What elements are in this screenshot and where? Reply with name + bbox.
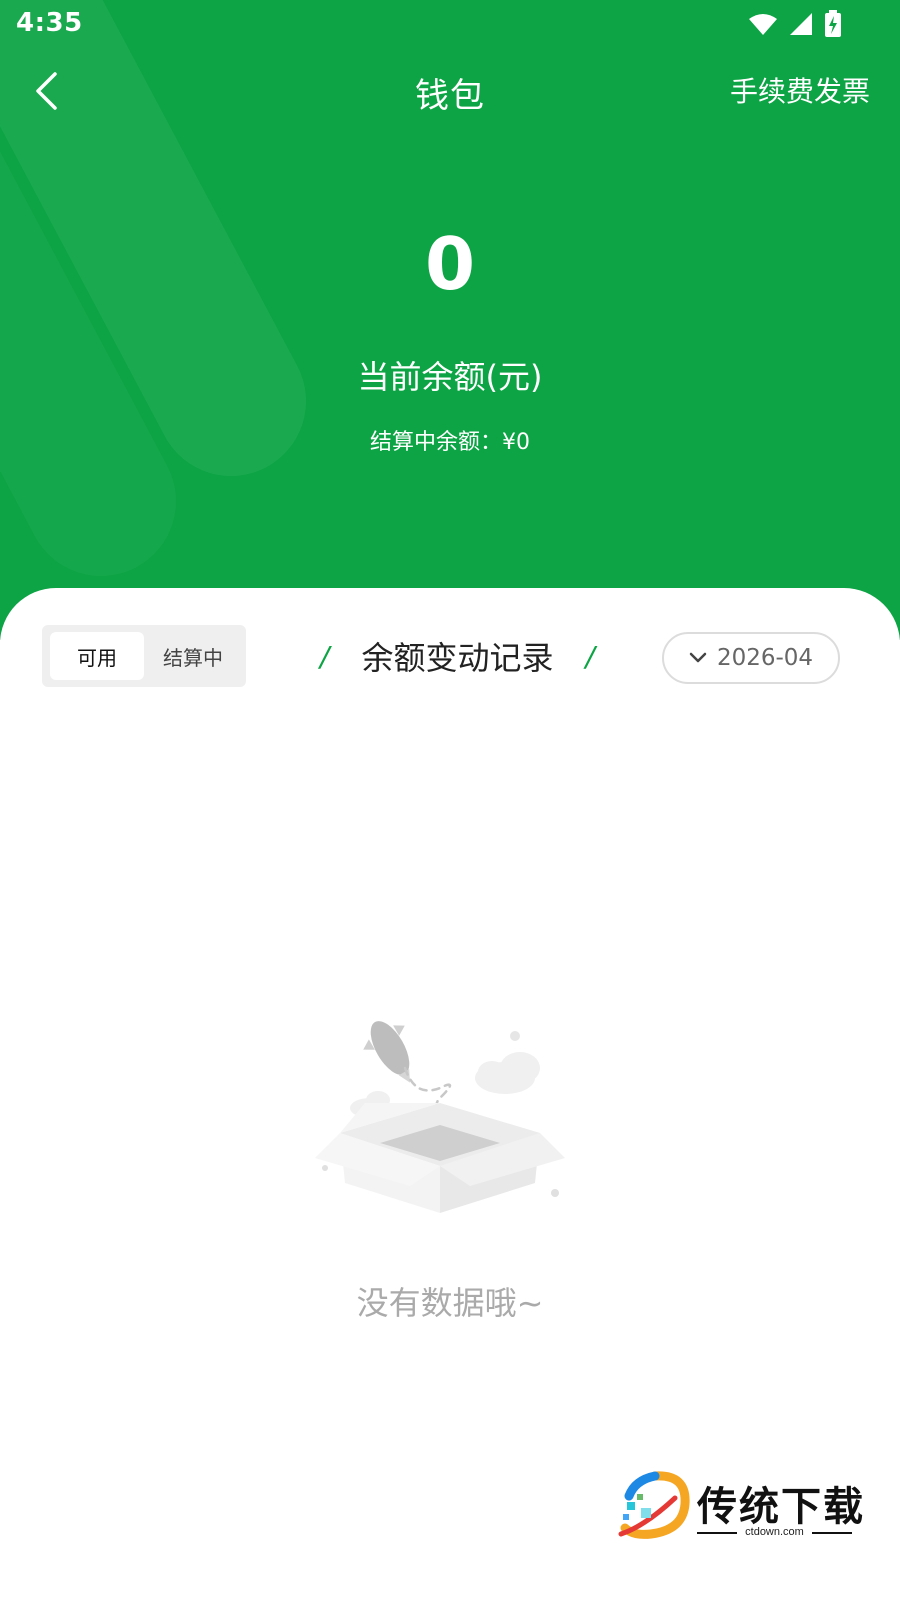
empty-state-text: 没有数据哦~ — [356, 1284, 544, 1322]
balance-amount: 0 — [424, 222, 476, 306]
balance-type-tabs: 可用 结算中 — [42, 625, 246, 687]
records-heading: / 余额变动记录 / — [320, 634, 595, 678]
watermark-name: 传统下载 — [697, 1484, 865, 1530]
wifi-icon — [749, 14, 777, 35]
settling-balance: 结算中余额：¥0 — [370, 430, 530, 455]
records-card: 可用 结算中 / 余额变动记录 / 2026-04 没有数据哦~ — [0, 588, 900, 1600]
month-picker[interactable]: 2026-04 — [662, 632, 840, 684]
decorative-slash: / — [585, 639, 595, 673]
tab-available[interactable]: 可用 — [50, 632, 144, 680]
ctdown-watermark: 传统下载 ctdown.com — [615, 1468, 865, 1548]
records-title: 余额变动记录 — [361, 639, 554, 677]
battery-icon — [825, 10, 841, 37]
month-value: 2026-04 — [716, 645, 814, 671]
nav-bar: 钱包 手续费发票 — [0, 55, 900, 125]
decorative-slash: / — [320, 639, 330, 673]
status-icons — [748, 10, 842, 38]
empty-box-illustration — [315, 1021, 565, 1213]
balance-label: 当前余额(元) — [357, 358, 543, 396]
status-bar: 4:35 — [0, 0, 900, 50]
watermark-divider — [812, 1532, 852, 1534]
signal-icon — [790, 13, 812, 35]
tab-settling[interactable]: 结算中 — [146, 632, 240, 680]
status-time: 4:35 — [16, 8, 83, 38]
chevron-down-icon — [689, 652, 707, 663]
wallet-header: 4:35 钱包 手续费发票 0 当前余额(元) 结算中余额：¥0 — [0, 0, 900, 640]
ctdown-logo-icon — [618, 1471, 690, 1539]
fee-invoice-link[interactable]: 手续费发票 — [730, 70, 870, 110]
